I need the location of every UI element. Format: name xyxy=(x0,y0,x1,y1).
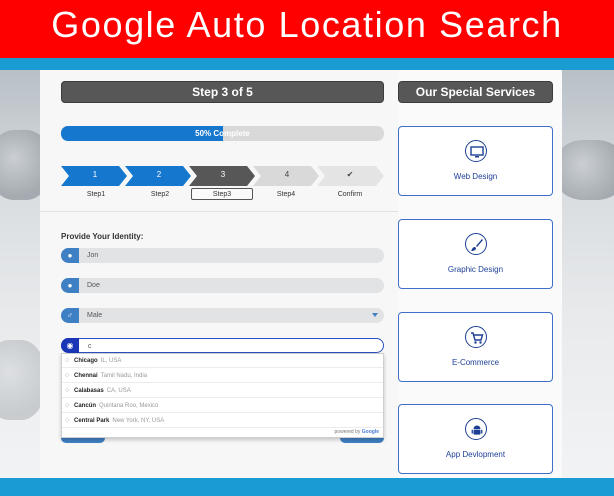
map-pin-icon: ○ xyxy=(65,402,70,409)
cart-icon xyxy=(465,326,487,348)
first-name-input[interactable]: ● Jon xyxy=(61,248,384,263)
suggestion-item[interactable]: ○ Cancún Quintana Roo, Mexico xyxy=(62,399,383,413)
map-pin-icon: ○ xyxy=(65,387,70,394)
suggestion-main: Chennai xyxy=(74,373,98,379)
gender-value: Male xyxy=(87,312,103,319)
service-label: Graphic Design xyxy=(447,265,504,274)
suggestion-sub: IL, USA xyxy=(100,358,122,364)
suggestion-sub: Tamil Nadu, India xyxy=(100,373,148,379)
male-icon: ♂ xyxy=(61,308,79,323)
map-pin-icon: ○ xyxy=(65,417,70,424)
suggestion-item[interactable]: ○ Chennai Tamil Nadu, India xyxy=(62,369,383,383)
autocomplete-dropdown: ○ Chicago IL, USA ○ Chennai Tamil Nadu, In… xyxy=(61,353,384,438)
step-1-number[interactable]: 1 xyxy=(85,170,105,179)
service-label: E-Commerce xyxy=(451,358,500,367)
step-1-label: Step1 xyxy=(86,191,106,198)
services-header: Our Special Services xyxy=(398,81,553,103)
top-stripe xyxy=(0,58,614,70)
step-3-label: Step3 xyxy=(191,188,253,200)
suggestion-main: Central Park xyxy=(74,418,110,424)
map-pin-icon: ○ xyxy=(65,357,70,364)
powered-by-google: powered by Google xyxy=(335,429,379,435)
identity-label: Provide Your Identity: xyxy=(61,232,144,241)
last-name-value: Doe xyxy=(87,282,100,289)
step-indicator: 1 2 3 4 ✔ xyxy=(61,166,384,186)
suggestion-item[interactable]: ○ Chicago IL, USA xyxy=(62,354,383,368)
powered-by-text: powered by xyxy=(334,429,361,435)
suggestion-sub: CA, USA xyxy=(106,388,131,394)
suggestion-item[interactable]: ○ Calabasas CA, USA xyxy=(62,384,383,398)
suggestion-main: Chicago xyxy=(74,358,98,364)
service-label: Web Design xyxy=(453,172,498,181)
step-2-label: Step2 xyxy=(150,191,170,198)
banner: Google Auto Location Search xyxy=(0,0,614,58)
last-name-input[interactable]: ● Doe xyxy=(61,278,384,293)
step-4-label: Step4 xyxy=(276,191,296,198)
location-value: c xyxy=(88,343,92,350)
service-card-graphic-design[interactable]: Graphic Design xyxy=(398,219,553,289)
suggestion-sub: Quintana Roo, Mexico xyxy=(99,403,159,409)
service-card-web-design[interactable]: Web Design xyxy=(398,126,553,196)
service-card-e-commerce[interactable]: E-Commerce xyxy=(398,312,553,382)
android-icon xyxy=(465,418,487,440)
chevron-down-icon[interactable] xyxy=(372,313,378,317)
suggestion-sub: New York, NY, USA xyxy=(112,418,165,424)
brush-icon xyxy=(465,233,487,255)
suggestion-item[interactable]: ○ Central Park New York, NY, USA xyxy=(62,414,383,428)
progress-bar: 50% Complete xyxy=(61,126,384,141)
service-card-app-development[interactable]: App Devlopment xyxy=(398,404,553,474)
gender-select[interactable]: ♂ Male xyxy=(61,308,384,323)
suggestion-main: Calabasas xyxy=(74,388,104,394)
map-pin-icon: ○ xyxy=(65,372,70,379)
monitor-icon xyxy=(465,140,487,162)
step-confirm-label: Confirm xyxy=(337,191,363,198)
google-logo: Google xyxy=(361,429,379,435)
service-label: App Devlopment xyxy=(445,450,506,459)
step-3-number[interactable]: 3 xyxy=(213,170,233,179)
first-name-value: Jon xyxy=(87,252,99,259)
progress-label: 50% Complete xyxy=(195,129,250,138)
step-4-number[interactable]: 4 xyxy=(277,170,297,179)
bottom-stripe xyxy=(0,478,614,496)
suggestion-main: Cancún xyxy=(74,403,97,409)
map-pin-icon: ◉ xyxy=(61,338,79,353)
step-confirm-icon[interactable]: ✔ xyxy=(340,170,360,179)
user-icon: ● xyxy=(61,248,79,263)
step-2-number[interactable]: 2 xyxy=(149,170,169,179)
divider xyxy=(40,211,398,212)
location-input[interactable]: ◉ c xyxy=(61,338,384,353)
step-header: Step 3 of 5 xyxy=(61,81,384,103)
banner-title: Google Auto Location Search xyxy=(51,4,563,45)
user-icon: ● xyxy=(61,278,79,293)
